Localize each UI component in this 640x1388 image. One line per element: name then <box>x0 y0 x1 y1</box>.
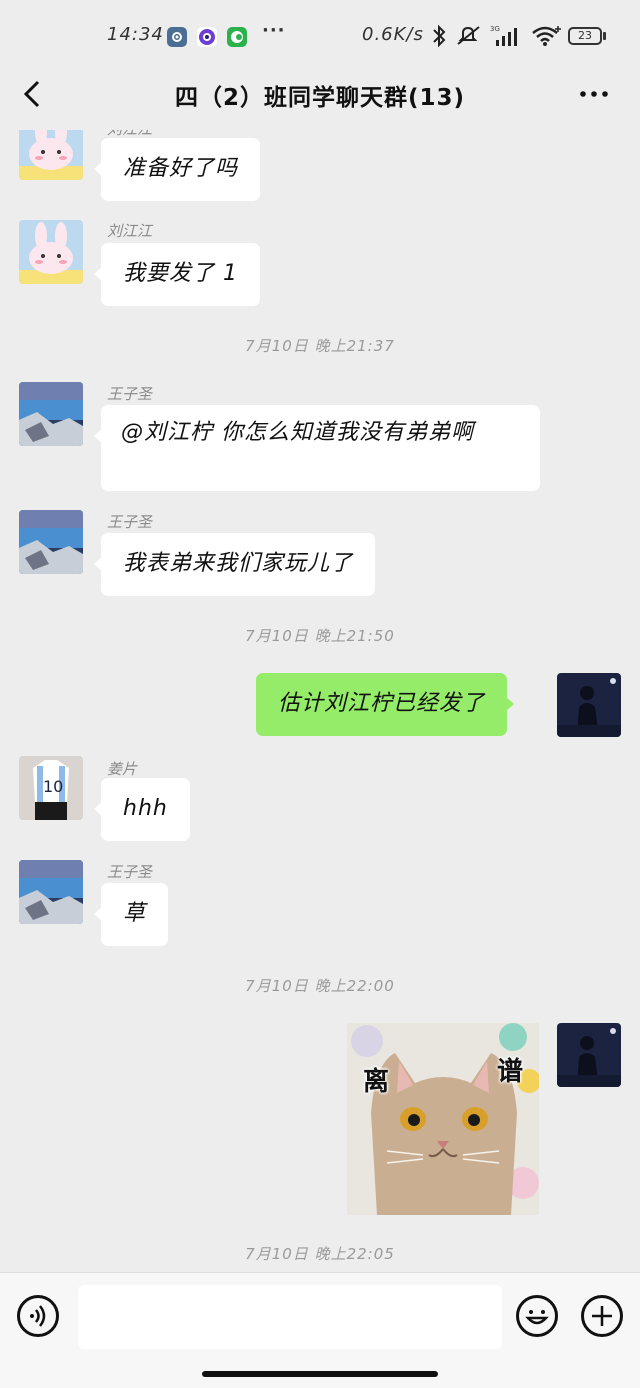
avatar-self[interactable] <box>557 1023 621 1087</box>
add-button[interactable] <box>581 1295 623 1337</box>
network-speed: 0.6K/s <box>362 24 424 45</box>
wifi-icon <box>532 26 561 46</box>
status-time: 14:34 <box>107 24 164 45</box>
mute-icon <box>457 26 480 45</box>
sticker-caption-right: 谱 <box>497 1057 524 1087</box>
sender-name: 刘江江 <box>107 222 153 240</box>
home-indicator[interactable] <box>202 1371 438 1377</box>
status-bar: 14:34 ··· 0.6K/s 3G 23 <box>0 0 640 70</box>
message-bubble[interactable]: @刘江柠 你怎么知道我没有弟弟啊 <box>94 405 540 491</box>
nav-bar: 四（2）班同学聊天群(13) <box>0 70 640 130</box>
avatar-bunny[interactable] <box>19 220 83 284</box>
avatar-lake[interactable] <box>19 382 83 446</box>
battery-tip <box>603 32 606 40</box>
avatar-girl[interactable]: 10 <box>19 756 83 820</box>
avatar-self[interactable] <box>557 673 621 737</box>
sender-name: 王子圣 <box>107 863 153 881</box>
message-bubble[interactable]: 准备好了吗 <box>93 138 261 201</box>
sticker-image[interactable]: 离 谱 <box>347 1023 539 1215</box>
timestamp: 7月10日 晚上22:00 <box>245 977 395 995</box>
sender-name: 王子圣 <box>107 513 153 531</box>
voice-button[interactable] <box>17 1295 59 1337</box>
message-input[interactable] <box>78 1285 502 1349</box>
browser-app-icon <box>197 27 217 47</box>
more-options-button[interactable] <box>574 74 614 114</box>
message-list[interactable]: 刘江江 准备好了吗 刘江江 我要发了 1 7月10日 晚上21:37 王子圣 @… <box>0 130 640 1272</box>
smiley-icon <box>525 1310 549 1325</box>
settings-app-icon <box>167 27 187 47</box>
sender-name: 姜片 <box>107 760 138 778</box>
message-bubble[interactable]: hhh <box>94 778 190 841</box>
sender-name: 王子圣 <box>107 385 153 403</box>
message-bubble[interactable]: 我要发了 1 <box>94 243 260 306</box>
signal-icon: 3G <box>490 25 517 46</box>
more-dots-icon <box>580 91 608 97</box>
emoji-button[interactable] <box>516 1295 558 1337</box>
bluetooth-icon <box>433 24 446 48</box>
message-bubble[interactable]: 草 <box>93 883 169 946</box>
message-bubble-self[interactable]: 估计刘江柠已经发了 <box>256 673 515 736</box>
chat-app-icon <box>227 27 247 47</box>
plus-icon <box>592 1306 612 1326</box>
avatar-lake[interactable] <box>19 860 83 924</box>
chat-title: 四（2）班同学聊天群(13) <box>174 85 466 111</box>
battery-icon: 23 <box>568 27 602 45</box>
sticker-caption-left: 离 <box>363 1067 390 1097</box>
avatar-lake[interactable] <box>19 510 83 574</box>
timestamp: 7月10日 晚上21:50 <box>245 627 395 645</box>
avatar-bunny[interactable] <box>19 130 83 180</box>
status-more-icon: ··· <box>262 20 286 41</box>
message-bubble[interactable]: 我表弟来我们家玩儿了 <box>93 533 376 596</box>
voice-wave-icon <box>30 1305 46 1327</box>
timestamp: 7月10日 晚上22:05 <box>245 1245 395 1263</box>
svg-text:10: 10 <box>43 777 63 796</box>
svg-text:3G: 3G <box>490 25 500 33</box>
timestamp: 7月10日 晚上21:37 <box>245 337 395 355</box>
